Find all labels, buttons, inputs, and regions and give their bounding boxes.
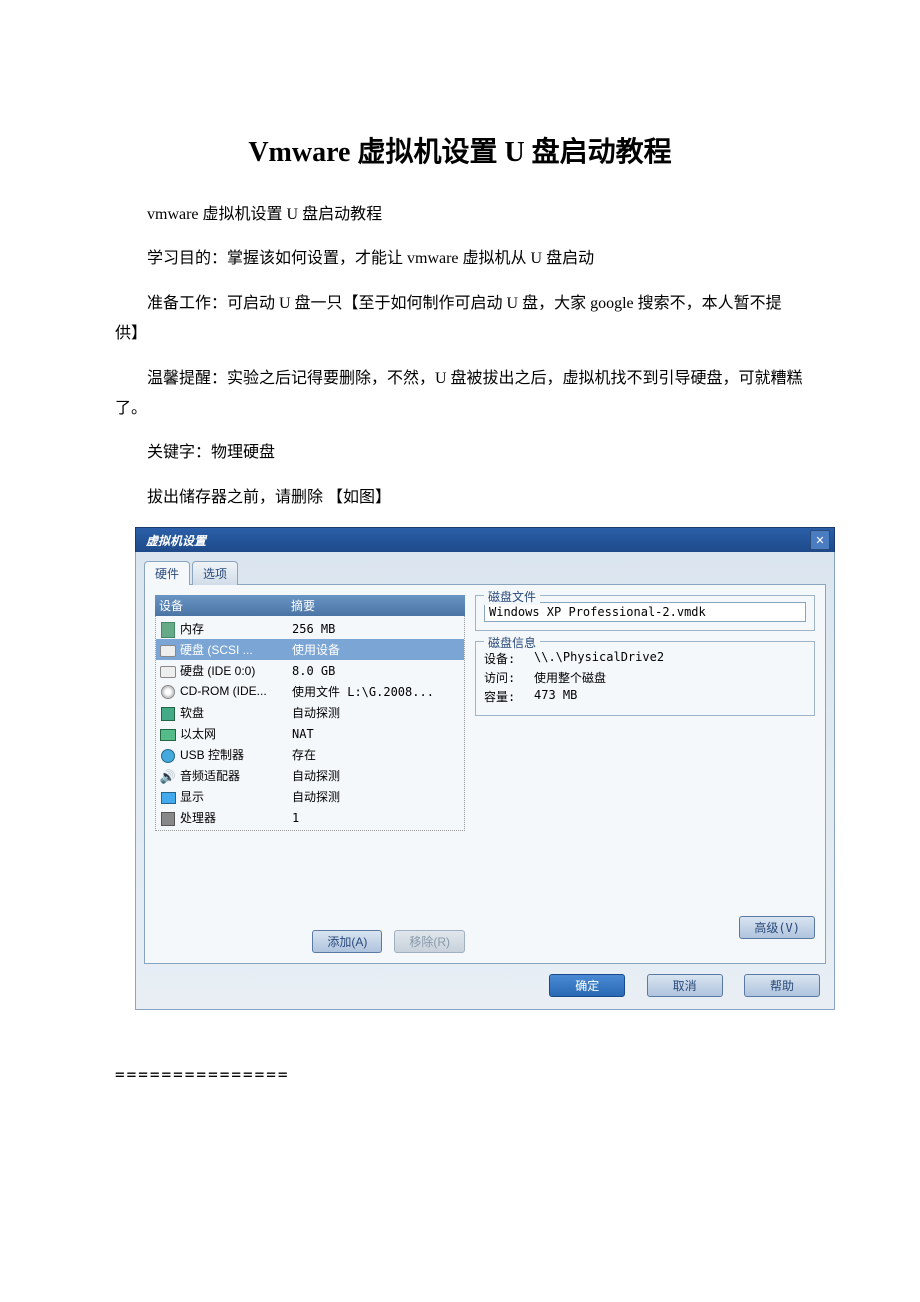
device-list-header: 设备 摘要 <box>155 595 465 616</box>
info-value: 473 MB <box>534 688 806 705</box>
disk-icon <box>160 643 176 659</box>
paragraph: 拔出储存器之前，请删除 【如图】 <box>115 483 805 513</box>
paragraph: vmware 虚拟机设置 U 盘启动教程 <box>115 200 805 230</box>
disk-info-label: 磁盘信息 <box>484 634 540 651</box>
floppy-icon <box>160 706 176 722</box>
device-summary: 使用设备 <box>288 641 464 658</box>
separator: =============== <box>115 1060 805 1090</box>
remove-button[interactable]: 移除(R) <box>394 930 465 953</box>
device-summary: 自动探测 <box>288 704 464 721</box>
paragraph: 准备工作：可启动 U 盘一只【至于如何制作可启动 U 盘，大家 google 搜… <box>115 289 805 350</box>
device-name: 显示 <box>180 790 204 804</box>
advanced-button[interactable]: 高级(V) <box>739 916 815 939</box>
list-item[interactable]: 硬盘 (SCSI ... 使用设备 <box>156 639 464 660</box>
list-item[interactable]: 硬盘 (IDE 0:0) 8.0 GB <box>156 660 464 681</box>
paragraph: 关键字：物理硬盘 <box>115 438 805 468</box>
device-list[interactable]: 内存 256 MB 硬盘 (SCSI ... 使用设备 硬盘 (IDE 0:0)… <box>155 616 465 831</box>
list-item[interactable]: 以太网 NAT <box>156 723 464 744</box>
disk-file-group: 磁盘文件 <box>475 595 815 631</box>
paragraph: 温馨提醒：实验之后记得要删除，不然，U 盘被拔出之后，虚拟机找不到引导硬盘，可就… <box>115 364 805 425</box>
window-title: 虚拟机设置 <box>146 532 206 549</box>
usb-icon <box>160 748 176 764</box>
disk-file-label: 磁盘文件 <box>484 588 540 605</box>
col-summary: 摘要 <box>287 597 465 614</box>
disk-file-input[interactable] <box>484 602 806 622</box>
device-summary: 存在 <box>288 746 464 763</box>
info-key: 容量: <box>484 688 534 705</box>
device-name: 软盘 <box>180 706 204 720</box>
list-item[interactable]: USB 控制器 存在 <box>156 744 464 765</box>
window-titlebar[interactable]: 虚拟机设置 ✕ <box>135 527 835 552</box>
device-name: 处理器 <box>180 811 216 825</box>
device-summary: 使用文件 L:\G.2008... <box>288 683 464 700</box>
device-summary: 自动探测 <box>288 767 464 784</box>
device-name: 音频适配器 <box>180 769 240 783</box>
list-item[interactable]: 处理器 1 <box>156 807 464 828</box>
device-summary: 8.0 GB <box>288 664 464 678</box>
device-name: CD-ROM (IDE... <box>180 684 267 698</box>
list-item[interactable]: CD-ROM (IDE... 使用文件 L:\G.2008... <box>156 681 464 702</box>
list-item[interactable]: 🔊 音频适配器 自动探测 <box>156 765 464 786</box>
tab-options[interactable]: 选项 <box>192 561 238 585</box>
info-key: 访问: <box>484 669 534 686</box>
cpu-icon <box>160 811 176 827</box>
article-title: Vmware 虚拟机设置 U 盘启动教程 <box>115 130 805 170</box>
display-icon <box>160 790 176 806</box>
device-name: 内存 <box>180 622 204 636</box>
device-name: 硬盘 (SCSI ... <box>180 643 253 657</box>
tab-hardware[interactable]: 硬件 <box>144 561 190 585</box>
close-icon[interactable]: ✕ <box>810 530 830 550</box>
ok-button[interactable]: 确定 <box>549 974 625 997</box>
disk-icon <box>160 664 176 680</box>
col-device: 设备 <box>155 597 287 614</box>
detail-panel: 磁盘文件 磁盘信息 设备: \\.\PhysicalDrive2 访问: <box>475 595 815 953</box>
device-summary: 自动探测 <box>288 788 464 805</box>
device-name: USB 控制器 <box>180 748 244 762</box>
vm-settings-window: 虚拟机设置 ✕ 硬件 选项 设备 摘要 内存 <box>135 527 835 1010</box>
paragraph: 学习目的：掌握该如何设置，才能让 vmware 虚拟机从 U 盘启动 <box>115 244 805 274</box>
dialog-bottom-buttons: 确定 取消 帮助 <box>136 964 834 1009</box>
ethernet-icon <box>160 727 176 743</box>
list-item[interactable]: 软盘 自动探测 <box>156 702 464 723</box>
device-summary: 256 MB <box>288 622 464 636</box>
device-summary: 1 <box>288 811 464 825</box>
sound-icon: 🔊 <box>160 769 176 785</box>
device-summary: NAT <box>288 727 464 741</box>
info-value: 使用整个磁盘 <box>534 669 806 686</box>
info-value: \\.\PhysicalDrive2 <box>534 650 806 667</box>
add-button[interactable]: 添加(A) <box>312 930 382 953</box>
list-item[interactable]: 显示 自动探测 <box>156 786 464 807</box>
cdrom-icon <box>160 684 176 700</box>
info-key: 设备: <box>484 650 534 667</box>
disk-info-group: 磁盘信息 设备: \\.\PhysicalDrive2 访问: 使用整个磁盘 容… <box>475 641 815 716</box>
list-item[interactable]: 内存 256 MB <box>156 618 464 639</box>
device-list-panel: 设备 摘要 内存 256 MB 硬盘 (SCSI ... 使用设备 <box>155 595 465 953</box>
help-button[interactable]: 帮助 <box>744 974 820 997</box>
device-name: 以太网 <box>180 727 216 741</box>
tab-bar: 硬件 选项 <box>136 552 834 584</box>
device-name: 硬盘 (IDE 0:0) <box>180 664 255 678</box>
memory-icon <box>160 622 176 638</box>
cancel-button[interactable]: 取消 <box>647 974 723 997</box>
